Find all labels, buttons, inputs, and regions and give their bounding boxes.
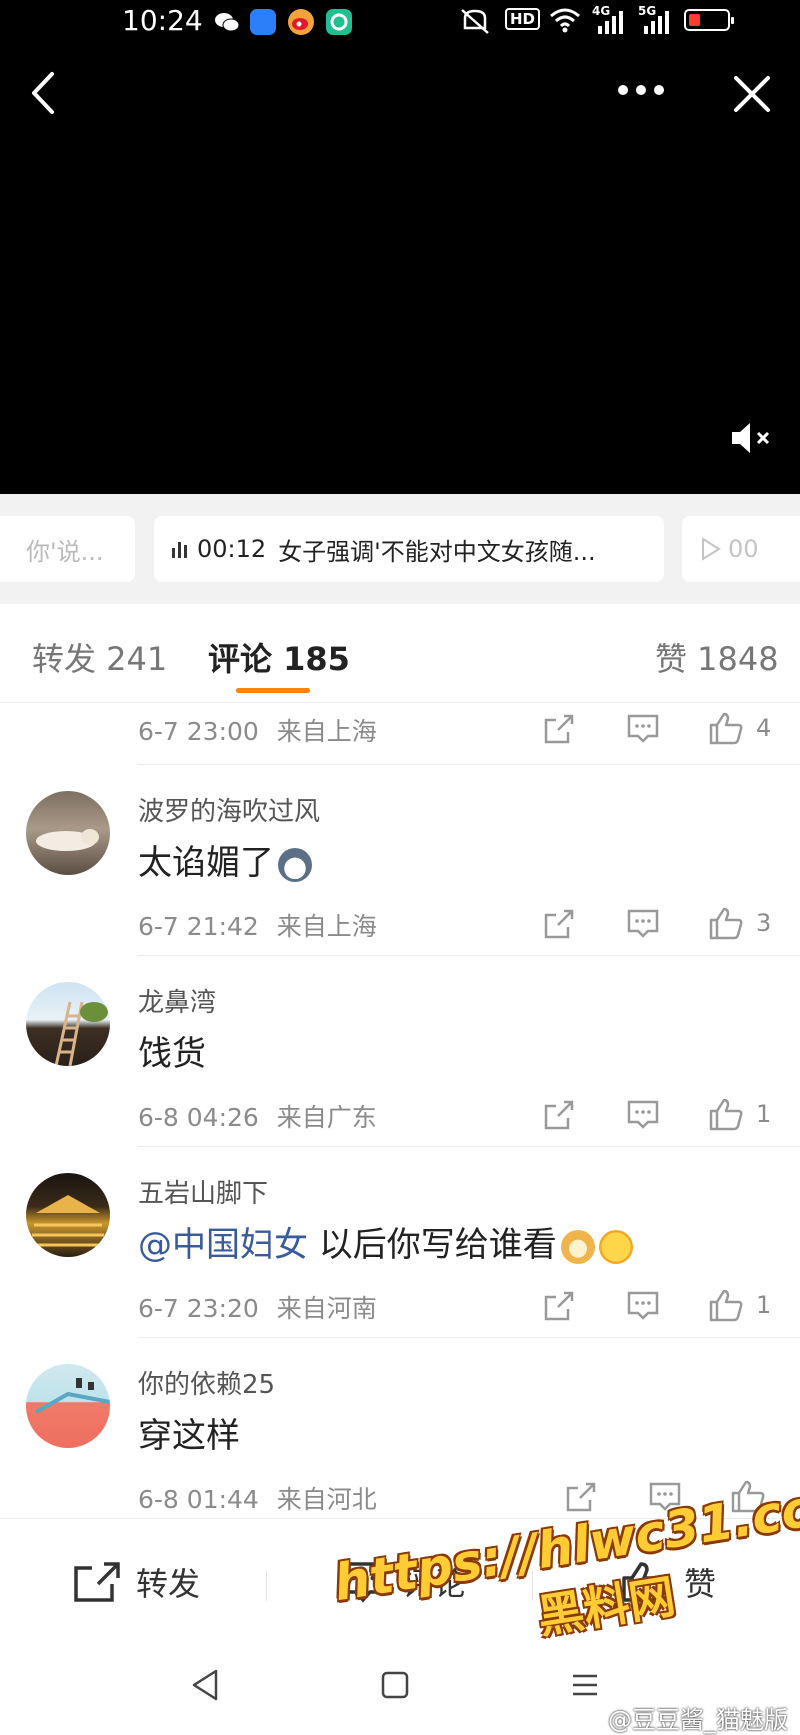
like-count: 4 xyxy=(756,714,772,742)
comment-meta: 6-7 21:42 来自上海 xyxy=(138,907,377,943)
list-item: 五岩山脚下 @中国妇女 以后你写给谁看 6-7 23:20 来自河南 1 xyxy=(0,1147,800,1337)
comment-location: 来自河南 xyxy=(276,1294,377,1323)
more-icon[interactable] xyxy=(615,80,667,104)
comment-date: 6-7 21:42 xyxy=(138,912,259,941)
green-app-icon xyxy=(326,9,352,35)
comment-meta: 6-7 23:00 来自上海 xyxy=(138,712,377,748)
playlist-current-title: 女子强调'不能对中文女孩随... xyxy=(278,537,596,566)
doge-emoji-icon xyxy=(560,1229,595,1264)
tab-repost[interactable]: 转发 241 xyxy=(32,634,167,680)
comment-text: 饯货 xyxy=(138,1034,206,1074)
share-icon[interactable] xyxy=(542,1098,576,1132)
like-icon[interactable] xyxy=(708,1096,743,1131)
avatar[interactable] xyxy=(26,791,110,875)
like-icon[interactable] xyxy=(708,1287,743,1322)
comment-date: 6-8 04:26 xyxy=(138,1103,259,1132)
comment-meta: 6-8 01:44 来自河北 xyxy=(138,1480,377,1516)
mute-icon xyxy=(458,6,492,40)
repost-label: 转发 xyxy=(136,1565,201,1603)
mute-volume-icon[interactable] xyxy=(728,418,776,462)
playlist-prev-title: 你'说... xyxy=(26,537,104,566)
like-count: 1 xyxy=(756,1100,772,1128)
list-item: 你的依赖25 穿这样 6-8 01:44 来自河北 xyxy=(0,1338,800,1518)
comment-username[interactable]: 波罗的海吹过风 xyxy=(138,791,320,828)
comment-text-row: 太谄媚了 xyxy=(138,835,312,884)
comment-username[interactable]: 你的依赖25 xyxy=(138,1364,275,1401)
weibo-app-icon xyxy=(288,9,314,35)
thinking-emoji-icon xyxy=(598,1229,633,1264)
like-icon[interactable] xyxy=(708,710,743,745)
tab-comments[interactable]: 评论 185 xyxy=(208,634,350,680)
comment-meta: 6-7 23:20 来自河南 xyxy=(138,1289,377,1325)
close-icon[interactable] xyxy=(732,74,772,118)
repost-icon xyxy=(74,1562,120,1602)
hd-icon: HD xyxy=(505,8,541,30)
like-count: 3 xyxy=(756,909,772,937)
comment-icon[interactable] xyxy=(626,1098,660,1132)
like-icon[interactable] xyxy=(708,905,743,940)
comment-icon[interactable] xyxy=(626,1289,660,1323)
share-icon[interactable] xyxy=(542,907,576,941)
status-time: 10:24 xyxy=(122,4,203,37)
playlist-next-time: 00 xyxy=(728,535,759,563)
comment-text: 穿这样 xyxy=(138,1416,240,1456)
comment-date: 6-8 01:44 xyxy=(138,1485,259,1514)
comment-location: 来自广东 xyxy=(276,1103,377,1132)
playing-bars-icon xyxy=(172,540,187,558)
avatar[interactable] xyxy=(26,1364,110,1448)
list-item: 6-7 23:00 来自上海 4 xyxy=(0,702,800,762)
nav-back-icon[interactable] xyxy=(190,1668,220,1706)
repost-button[interactable]: 转发 xyxy=(72,1559,200,1605)
comment-meta: 6-8 04:26 来自广东 xyxy=(138,1098,377,1134)
comment-tabs: 转发 241 评论 185 赞 1848 xyxy=(0,604,800,703)
blue-app-icon xyxy=(250,9,276,35)
comment-username[interactable]: 龙鼻湾 xyxy=(138,982,216,1019)
comment-icon[interactable] xyxy=(626,907,660,941)
comment-location: 来自上海 xyxy=(276,912,377,941)
mention-link[interactable]: @中国妇女 xyxy=(138,1225,308,1265)
play-icon xyxy=(702,537,721,561)
wifi-icon xyxy=(548,6,582,38)
comment-icon[interactable] xyxy=(626,712,660,746)
playlist-strip: 你'说... 00:12 女子强调'不能对中文女孩随... 00 xyxy=(0,494,800,604)
nav-home-icon[interactable] xyxy=(380,1670,410,1704)
list-item: 波罗的海吹过风 太谄媚了 6-7 21:42 来自上海 3 xyxy=(0,765,800,955)
share-icon[interactable] xyxy=(542,712,576,746)
back-icon[interactable] xyxy=(28,70,58,120)
playlist-card-current[interactable]: 00:12 女子强调'不能对中文女孩随... xyxy=(154,516,664,582)
video-player[interactable] xyxy=(0,0,800,494)
avatar[interactable] xyxy=(26,1173,110,1257)
divider xyxy=(266,1571,267,1601)
comment-location: 来自河北 xyxy=(276,1485,377,1514)
playlist-card-next[interactable]: 00 xyxy=(682,516,800,582)
wechat-icon xyxy=(214,9,240,35)
share-icon[interactable] xyxy=(542,1289,576,1323)
like-count: 1 xyxy=(756,1291,772,1319)
list-item: 龙鼻湾 饯货 6-8 04:26 来自广东 1 xyxy=(0,956,800,1146)
comment-text-row: @中国妇女 以后你写给谁看 xyxy=(138,1217,633,1266)
avatar[interactable] xyxy=(26,982,110,1066)
weibo-watermark: @豆豆酱_猫魅版 xyxy=(608,1706,788,1734)
husky-emoji-icon xyxy=(278,847,312,882)
active-tab-indicator xyxy=(236,688,310,693)
battery-low-icon xyxy=(684,9,734,31)
comment-date: 6-7 23:20 xyxy=(138,1294,259,1323)
nav-menu-icon[interactable] xyxy=(570,1672,600,1702)
tab-likes[interactable]: 赞 1848 xyxy=(655,634,779,680)
comment-location: 来自上海 xyxy=(276,717,377,746)
share-icon[interactable] xyxy=(564,1480,598,1514)
comment-username[interactable]: 五岩山脚下 xyxy=(138,1173,268,1210)
playlist-current-time: 00:12 xyxy=(197,535,267,563)
comment-text: 太谄媚了 xyxy=(138,843,274,883)
playlist-card-prev[interactable]: 你'说... xyxy=(0,516,135,582)
comment-date: 6-7 23:00 xyxy=(138,717,259,746)
comment-text: 以后你写给谁看 xyxy=(308,1225,557,1265)
